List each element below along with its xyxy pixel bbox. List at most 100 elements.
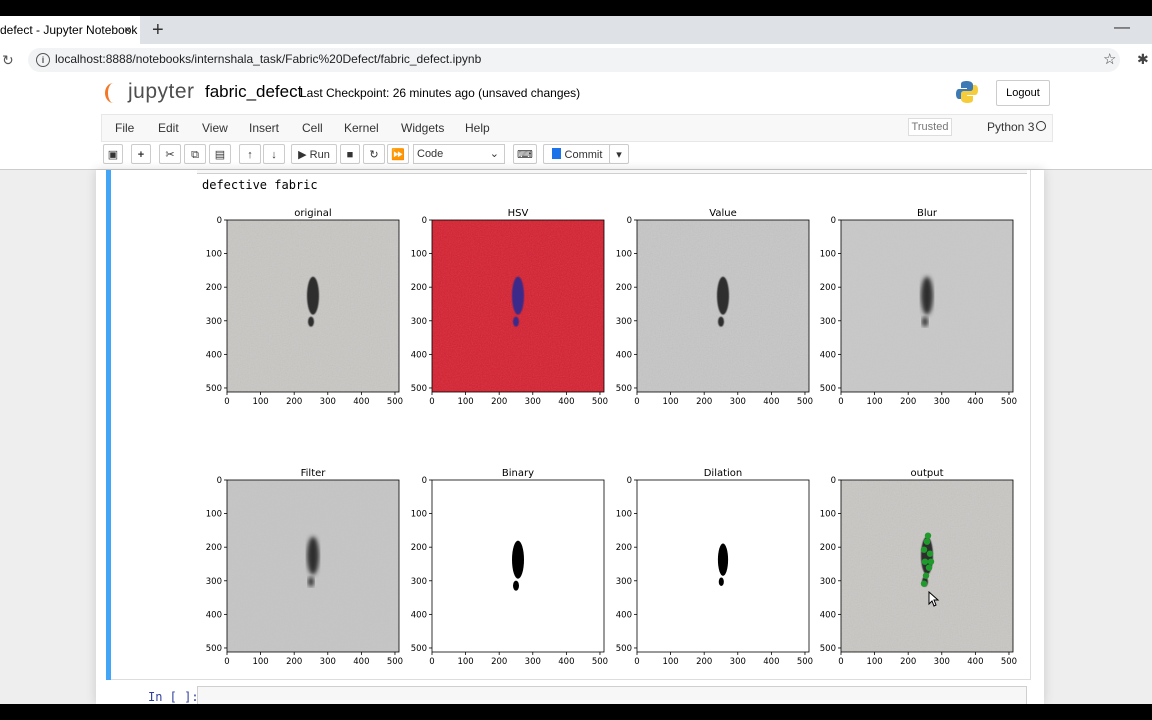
detected-contour-dot [924,532,932,539]
y-tick-label: 100 [616,250,632,260]
x-tick-label: 400 [353,657,369,667]
y-tick-label: 400 [820,610,836,620]
copy-icon[interactable]: ⧉ [184,144,206,164]
subplot-title: Binary [502,468,534,479]
x-tick-label: 200 [491,397,507,407]
subplot-title: Blur [917,208,938,219]
menu-kernel[interactable]: Kernel [344,115,379,141]
commit-icon [551,148,561,159]
restart-icon[interactable]: ↻ [363,144,385,164]
x-tick-label: 400 [967,397,983,407]
add-cell-icon[interactable]: + [131,144,151,164]
restart-run-all-icon[interactable]: ⏩ [387,144,409,164]
detected-contour-dot [927,558,935,565]
y-tick-label: 500 [411,644,427,654]
cell-input-area[interactable] [197,170,1027,174]
window-bottom-bar [0,704,1152,720]
subplot-hsv: HSV0 100 200 300 400 5000100200300400500 [411,208,608,407]
defect-blob [307,536,319,575]
new-tab-icon[interactable]: + [152,16,170,44]
subplot-title: Filter [301,468,327,479]
jupyter-logo-text[interactable]: jupyter [128,80,195,104]
run-button[interactable]: ▶ Run [291,144,337,164]
menu-insert[interactable]: Insert [249,115,279,141]
interrupt-icon[interactable]: ■ [340,144,360,164]
subplot-image [227,480,399,652]
menu-cell[interactable]: Cell [302,115,323,141]
minimize-icon[interactable]: — [1114,16,1130,44]
subplot-original: original0 100 200 300 400 5000100200300400500 [206,208,403,407]
x-tick-label: 300 [320,397,336,407]
y-tick-label: 0 [422,476,427,486]
y-tick-label: 200 [411,543,427,553]
x-tick-label: 0 [429,397,434,407]
menu-help[interactable]: Help [465,115,490,141]
defect-tail [308,316,314,327]
menu-widgets[interactable]: Widgets [401,115,444,141]
subplot-blur: Blur0 100 200 300 400 5000100200300400500 [820,208,1017,407]
bookmark-star-icon[interactable]: ☆ [1103,50,1116,68]
keyboard-icon[interactable]: ⌨ [513,144,537,164]
y-tick-label: 0 [627,476,632,486]
x-tick-label: 0 [429,657,434,667]
save-icon[interactable]: ▣ [103,144,123,164]
url-text[interactable]: localhost:8888/notebooks/internshala_tas… [55,52,481,66]
y-tick-label: 0 [627,216,632,226]
subplot-binary: Binary0 100 200 300 400 5000100200300400500 [411,468,608,667]
y-tick-label: 500 [206,644,222,654]
defect-blob [921,276,933,315]
y-tick-label: 500 [820,384,836,394]
detected-contour-dot [925,564,933,571]
trusted-badge[interactable]: Trusted [908,118,952,136]
y-tick-label: 400 [411,350,427,360]
notebook-name[interactable]: fabric_defect [205,82,302,102]
paste-icon[interactable]: ▤ [209,144,231,164]
y-tick-label: 100 [206,250,222,260]
defect-tail [718,316,724,327]
logout-button[interactable]: Logout [996,80,1050,106]
menu-view[interactable]: View [202,115,228,141]
y-tick-label: 300 [206,317,222,327]
y-tick-label: 300 [411,577,427,587]
y-tick-label: 400 [206,350,222,360]
next-cell-prompt: In [ ]: [148,690,199,704]
x-tick-label: 0 [838,657,843,667]
browser-tab[interactable]: defect - Jupyter Notebook [0,16,140,44]
x-tick-label: 200 [696,657,712,667]
kernel-name[interactable]: Python 3 [987,120,1034,134]
cell-type-select[interactable]: Code ⌄ [413,144,505,164]
y-tick-label: 300 [820,317,836,327]
x-tick-label: 300 [525,657,541,667]
move-up-icon[interactable]: ↑ [239,144,261,164]
subplot-filter: Filter0 100 200 300 400 5000100200300400500 [206,468,403,667]
subplot-title: original [294,208,331,219]
move-down-icon[interactable]: ↓ [263,144,285,164]
menu-file[interactable]: File [115,115,134,141]
mouse-cursor-icon [928,591,940,607]
menu-edit[interactable]: Edit [158,115,179,141]
defect-tail [513,580,519,591]
commit-button[interactable]: Commit [543,144,611,164]
x-tick-label: 100 [252,397,268,407]
y-tick-label: 500 [616,384,632,394]
tab-close-icon[interactable]: × [124,16,138,44]
window-top-bar [0,0,1152,16]
cut-icon[interactable]: ✂ [159,144,181,164]
y-tick-label: 400 [616,350,632,360]
y-tick-label: 300 [411,317,427,327]
defect-blob [307,276,319,315]
x-tick-label: 100 [457,397,473,407]
extensions-icon[interactable]: ✱ [1137,51,1149,68]
cell-type-value: Code [417,148,444,160]
reload-icon[interactable]: ↻ [2,44,16,76]
subplot-image [432,480,604,652]
commit-dropdown-icon[interactable]: ▾ [609,144,629,164]
defect-blob [717,276,729,315]
site-info-icon[interactable]: i [36,53,50,67]
defect-blob [512,276,524,315]
x-tick-label: 500 [797,397,813,407]
subplot-title: output [911,468,944,479]
subplot-image [637,480,809,652]
tab-strip [0,16,1152,44]
defect-tail [513,316,519,327]
